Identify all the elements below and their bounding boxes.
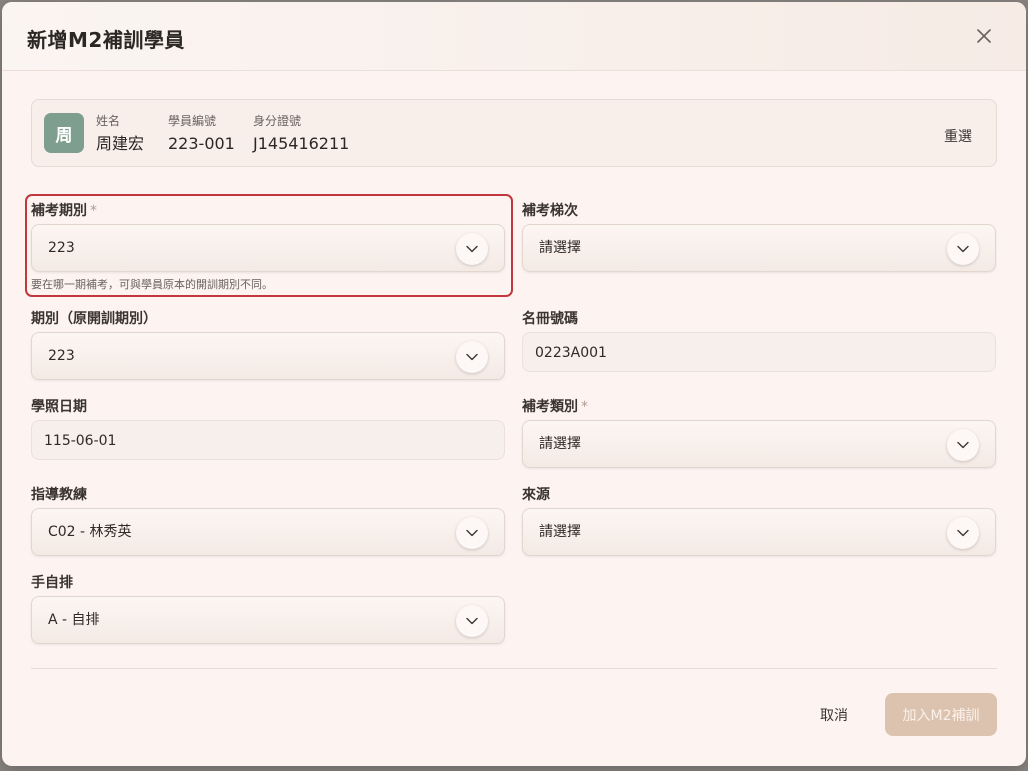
dialog-header: 新增M2補訓學員 [2, 2, 1026, 71]
exam-period-select[interactable]: 223 [31, 224, 505, 272]
student-id-group: 學員編號 223-001 [168, 113, 235, 155]
exam-batch-label: 補考梯次 [522, 203, 578, 219]
manual-label: 手自排 [31, 575, 73, 591]
required-mark: * [581, 399, 588, 415]
instructor-select[interactable]: C02 - 林秀英 [31, 508, 505, 556]
license-date-input[interactable]: 115-06-01 [31, 420, 505, 460]
exam-period-hint: 要在哪一期補考，可與學員原本的開訓期別不同。 [31, 278, 273, 291]
manual-value: A - 自排 [48, 612, 100, 628]
source-select[interactable]: 請選擇 [522, 508, 996, 556]
chevron-down-icon [947, 233, 979, 265]
cancel-button[interactable]: 取消 [820, 705, 848, 725]
roster-no-label: 名冊號碼 [522, 311, 578, 327]
student-name-label: 姓名 [96, 114, 121, 128]
add-m2-student-dialog: 新增M2補訓學員 周 姓名 周建宏 學員編號 223-001 身分證號 J145… [2, 2, 1026, 766]
orig-period-select[interactable]: 223 [31, 332, 505, 380]
national-id: J145416211 [253, 134, 350, 153]
exam-period-label-text: 補考期別 [31, 203, 87, 219]
exam-type-value: 請選擇 [539, 436, 581, 452]
exam-type-label: 補考類別 * [522, 398, 588, 416]
student-id: 223-001 [168, 134, 235, 153]
close-button[interactable] [970, 22, 998, 50]
student-name: 周建宏 [96, 134, 145, 153]
orig-period-label: 期別（原開訓期別） [31, 311, 157, 327]
national-id-group: 身分證號 J145416211 [253, 113, 349, 155]
exam-period-label: 補考期別 * [31, 202, 97, 220]
exam-type-select[interactable]: 請選擇 [522, 420, 996, 468]
exam-period-value: 223 [48, 240, 75, 256]
dialog-title: 新增M2補訓學員 [27, 28, 185, 52]
chevron-down-icon [456, 233, 488, 265]
chevron-down-icon [456, 341, 488, 373]
reset-button[interactable]: 重選 [940, 124, 976, 148]
instructor-label: 指導教練 [31, 487, 87, 503]
close-icon [977, 29, 991, 43]
add-m2-button[interactable]: 加入M2補訓 [885, 693, 997, 736]
source-value: 請選擇 [539, 524, 581, 540]
student-name-group: 姓名 周建宏 [96, 113, 144, 155]
license-date-label: 學照日期 [31, 399, 87, 415]
required-mark: * [90, 203, 97, 219]
orig-period-value: 223 [48, 348, 75, 364]
roster-no-input[interactable]: 0223A001 [522, 332, 996, 372]
chevron-down-icon [456, 517, 488, 549]
exam-batch-select[interactable]: 請選擇 [522, 224, 996, 272]
manual-select[interactable]: A - 自排 [31, 596, 505, 644]
avatar: 周 [44, 113, 84, 153]
exam-batch-value: 請選擇 [539, 240, 581, 256]
student-id-label: 學員編號 [168, 114, 217, 128]
chevron-down-icon [947, 517, 979, 549]
selected-student-card: 周 姓名 周建宏 學員編號 223-001 身分證號 J145416211 重選 [31, 99, 997, 167]
chevron-down-icon [456, 605, 488, 637]
roster-no-value: 0223A001 [535, 345, 607, 361]
license-date-value: 115-06-01 [44, 433, 117, 449]
national-id-label: 身分證號 [253, 114, 302, 128]
exam-type-label-text: 補考類別 [522, 399, 578, 415]
footer-divider [31, 668, 997, 669]
chevron-down-icon [947, 429, 979, 461]
instructor-value: C02 - 林秀英 [48, 524, 132, 540]
source-label: 來源 [522, 487, 550, 503]
